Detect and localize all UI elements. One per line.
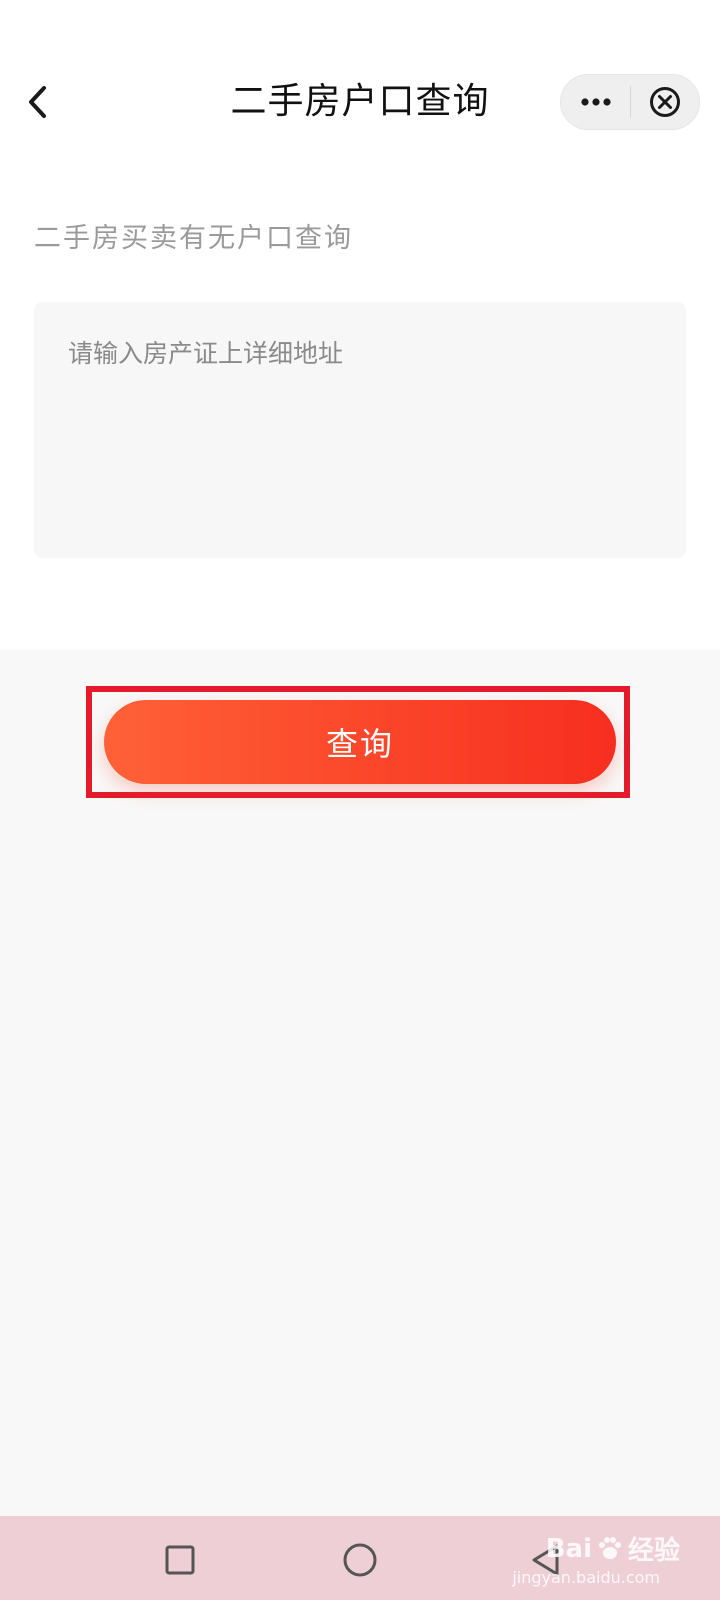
watermark-brand: Bai (545, 1533, 592, 1564)
close-button[interactable] (631, 74, 699, 130)
query-button[interactable]: 查询 (104, 700, 616, 784)
chevron-left-icon (29, 86, 46, 118)
page-title: 二手房户口查询 (230, 81, 490, 122)
close-circle-icon (649, 87, 680, 117)
more-dots-icon (580, 98, 611, 106)
paw-icon (598, 1536, 621, 1559)
watermark-site: jingyan.baidu.com (512, 1568, 660, 1587)
more-button[interactable] (561, 74, 630, 130)
address-input[interactable] (34, 302, 686, 558)
recent-apps-button[interactable] (154, 1534, 206, 1586)
screen: 二手房户口查询 二手房买卖有无户口查询 请输入房产证上详细地址 查询 Bai 经… (0, 0, 720, 1600)
square-icon (165, 1545, 195, 1575)
watermark-suffix: 经验 (627, 1536, 680, 1566)
section-label: 二手房买卖有无户口查询 (34, 223, 353, 254)
baidu-jingyan-watermark: Bai 经验 (546, 1530, 680, 1567)
navigation-bar: 二手房户口查询 (0, 60, 720, 144)
back-button[interactable] (12, 76, 64, 128)
mini-program-capsule (560, 74, 700, 130)
home-button[interactable] (334, 1534, 386, 1586)
content-panel: 二手房户口查询 二手房买卖有无户口查询 请输入房产证上详细地址 (0, 0, 720, 650)
circle-icon (343, 1543, 377, 1577)
